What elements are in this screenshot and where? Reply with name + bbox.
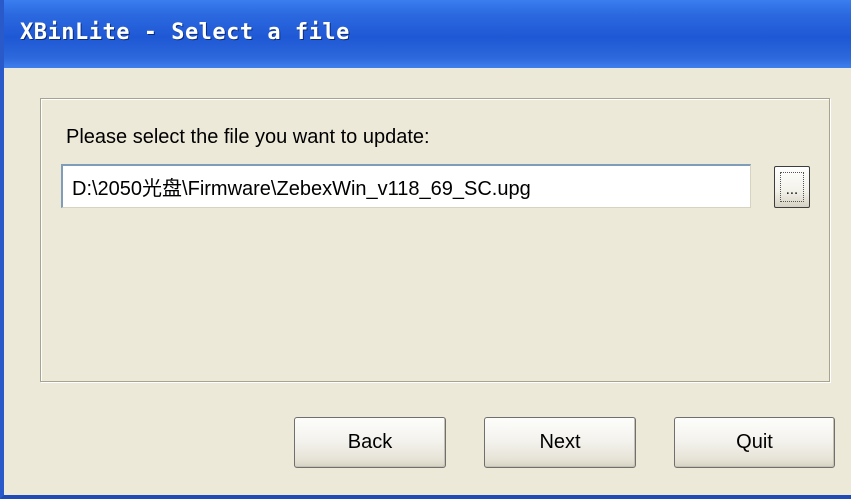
next-button[interactable]: Next — [484, 417, 636, 468]
title-bar[interactable]: XBinLite - Select a file — [4, 0, 851, 68]
back-button[interactable]: Back — [294, 417, 446, 468]
file-prompt-label: Please select the file you want to updat… — [66, 126, 430, 148]
file-path-input[interactable] — [61, 164, 751, 208]
dialog-window: XBinLite - Select a file Please select t… — [0, 0, 851, 499]
browse-button[interactable]: ... — [774, 166, 810, 208]
window-title: XBinLite - Select a file — [20, 20, 350, 45]
quit-button[interactable]: Quit — [674, 417, 835, 468]
browse-ellipsis-icon: ... — [780, 172, 804, 202]
